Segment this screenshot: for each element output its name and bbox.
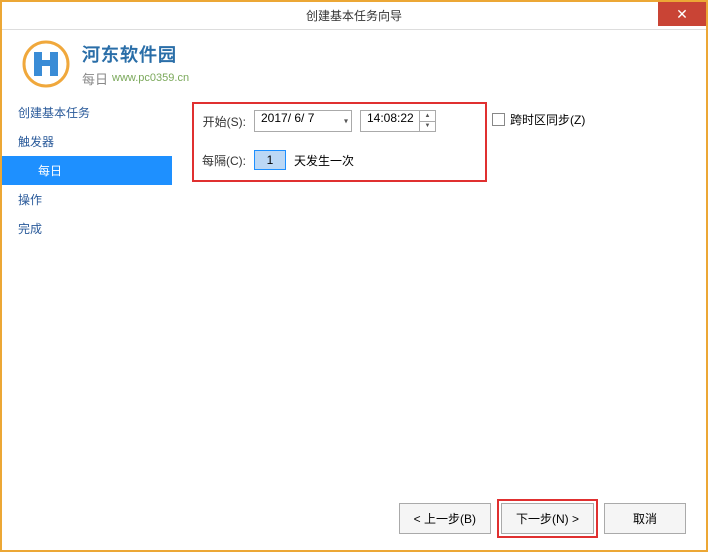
window-title: 创建基本任务向导 [306, 7, 402, 24]
brand-name: 河东软件园 [82, 41, 177, 67]
sidebar-item-create[interactable]: 创建基本任务 [2, 98, 172, 127]
footer-buttons: < 上一步(B) 下一步(N) > 取消 [399, 503, 686, 534]
chevron-down-icon: ▾ [344, 117, 348, 126]
date-picker[interactable]: 2017/ 6/ 7 ▾ [254, 110, 352, 132]
time-value: 14:08:22 [367, 111, 414, 125]
highlight-box: 开始(S): 2017/ 6/ 7 ▾ 14:08:22 ▲ ▼ [192, 102, 487, 182]
sidebar-item-trigger[interactable]: 触发器 [2, 127, 172, 156]
close-icon: ✕ [676, 6, 688, 23]
sidebar-item-daily[interactable]: 每日 [2, 156, 172, 185]
interval-label: 每隔(C): [196, 152, 246, 169]
sidebar-item-finish[interactable]: 完成 [2, 214, 172, 243]
main-panel: 开始(S): 2017/ 6/ 7 ▾ 14:08:22 ▲ ▼ [172, 98, 706, 498]
back-button[interactable]: < 上一步(B) [399, 503, 491, 534]
interval-input[interactable] [254, 150, 286, 170]
date-value: 2017/ 6/ 7 [261, 111, 314, 125]
sidebar-item-action[interactable]: 操作 [2, 185, 172, 214]
timezone-sync-label: 跨时区同步(Z) [510, 111, 585, 128]
page-subtitle: 每日 [82, 69, 108, 88]
next-button[interactable]: 下一步(N) > [501, 503, 594, 534]
sidebar: 创建基本任务 触发器 每日 操作 完成 [2, 98, 172, 498]
app-logo [22, 40, 70, 88]
spinner-up-icon[interactable]: ▲ [420, 111, 435, 122]
time-picker[interactable]: 14:08:22 ▲ ▼ [360, 110, 436, 132]
cancel-button[interactable]: 取消 [604, 503, 686, 534]
spinner-down-icon[interactable]: ▼ [420, 122, 435, 132]
interval-suffix: 天发生一次 [294, 152, 354, 169]
timezone-sync-checkbox[interactable] [492, 113, 505, 126]
header-section: 河东软件园 每日 www.pc0359.cn [2, 30, 706, 98]
close-button[interactable]: ✕ [658, 2, 706, 26]
titlebar: 创建基本任务向导 ✕ [2, 2, 706, 30]
start-label: 开始(S): [196, 113, 246, 130]
brand-url: www.pc0359.cn [112, 72, 189, 84]
